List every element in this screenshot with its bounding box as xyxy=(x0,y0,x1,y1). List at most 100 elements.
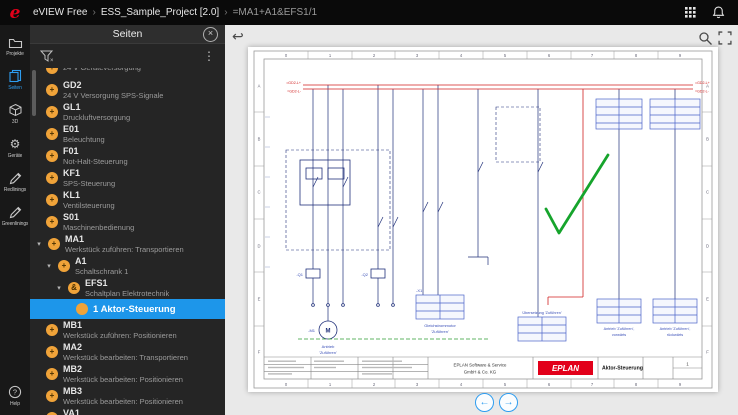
svg-text:B: B xyxy=(258,137,261,142)
pages-panel: Seiten × × ⋮ + 24 V Geräteversorgung + G… xyxy=(30,25,225,415)
tree-item-selected[interactable]: 1 Aktor-Steuerung xyxy=(30,299,225,319)
help-icon: ? xyxy=(8,385,22,399)
apps-grid-icon[interactable] xyxy=(684,6,697,19)
tree-item[interactable]: + MB2 Werkstück bearbeiten: Positionieren xyxy=(30,363,225,385)
bell-icon[interactable] xyxy=(711,5,726,20)
tree-item[interactable]: ▾ & EFS1 Schaltplan Elektrotechnik xyxy=(30,277,225,299)
svg-text:rückwärts: rückwärts xyxy=(667,333,683,337)
tree-item[interactable]: + F01 Not-Halt-Steuerung xyxy=(30,145,225,167)
svg-text:B: B xyxy=(706,137,709,142)
back-arrow-icon[interactable]: ↩ xyxy=(232,28,244,45)
svg-text:2: 2 xyxy=(373,382,376,387)
breadcrumb-separator: › xyxy=(224,7,228,18)
svg-text:=GD2-L-: =GD2-L- xyxy=(287,89,302,93)
sidebar-item-3d[interactable]: 3D xyxy=(0,103,30,125)
drawing-canvas[interactable]: ↩ 0 1 2 3 4 5 6 7 8 9 0 1 2 3 4 5 6 7 8 9 … xyxy=(225,25,738,415)
kebab-menu-icon[interactable]: ⋮ xyxy=(203,50,215,62)
tree-item[interactable]: + KF1 SPS-Steuerung xyxy=(30,167,225,189)
svg-text:7: 7 xyxy=(591,382,594,387)
tree-item[interactable]: + MA2 Werkstück bearbeiten: Transportiere… xyxy=(30,341,225,363)
svg-text:5: 5 xyxy=(504,53,507,58)
tree-item[interactable]: + GL1 Druckluftversorgung xyxy=(30,101,225,123)
schematic-page[interactable]: 0 1 2 3 4 5 6 7 8 9 0 1 2 3 4 5 6 7 8 9 A B C D E F A… xyxy=(248,47,718,392)
selected-page-label: 1 Aktor-Steuerung xyxy=(93,303,176,315)
svg-text:F: F xyxy=(258,350,261,355)
structure-icon: + xyxy=(46,368,58,380)
zoom-icon[interactable] xyxy=(698,31,713,46)
greenlining-checkmark[interactable] xyxy=(544,153,610,235)
svg-text:×: × xyxy=(50,58,54,63)
eplan-logo: e xyxy=(9,2,21,23)
svg-text:-Q2: -Q2 xyxy=(361,272,368,277)
chevron-down-icon[interactable]: ▾ xyxy=(45,262,53,270)
pages-icon xyxy=(8,69,23,83)
svg-text:GmbH & Co. KG: GmbH & Co. KG xyxy=(464,370,497,375)
pencil-icon xyxy=(8,171,22,185)
svg-text:=GD2-L+: =GD2-L+ xyxy=(695,81,710,85)
components xyxy=(285,106,541,340)
svg-text:8: 8 xyxy=(635,382,638,387)
tree-item[interactable]: ▾ + A1 Schaltschrank 1 xyxy=(30,255,225,277)
icon-rail: Projekte Seiten 3D ⚙ Geräte Redlinings G… xyxy=(0,25,30,415)
svg-text:E: E xyxy=(706,297,709,302)
svg-text:A: A xyxy=(258,84,261,89)
breadcrumb-app[interactable]: eVIEW Free xyxy=(33,7,87,18)
sidebar-item-greenlinings[interactable]: Greenlinings xyxy=(0,205,30,227)
tree-item[interactable]: + MB1 Werkstück zuführen: Positionieren xyxy=(30,319,225,341)
schematic-drawing: 0 1 2 3 4 5 6 7 8 9 0 1 2 3 4 5 6 7 8 9 A B C D E F A… xyxy=(253,50,713,389)
terminal-tables xyxy=(415,98,701,342)
chevron-down-icon[interactable]: ▾ xyxy=(55,284,63,292)
chevron-down-icon[interactable]: ▾ xyxy=(35,240,43,248)
sidebar-item-seiten[interactable]: Seiten xyxy=(0,69,30,91)
tree-item[interactable]: ▾ + MA1 Werkstück zuführen: Transportiere… xyxy=(30,233,225,255)
page-icon xyxy=(76,303,88,315)
tree-item[interactable]: + GD2 24 V Versorgung SPS-Signale xyxy=(30,79,225,101)
svg-text:-X1: -X1 xyxy=(416,288,423,293)
svg-text:-Q1: -Q1 xyxy=(296,272,303,277)
structure-icon: + xyxy=(46,194,58,206)
svg-text:5: 5 xyxy=(504,382,507,387)
structure-icon: + xyxy=(46,106,58,118)
top-bar: e eVIEW Free › ESS_Sample_Project [2.0] … xyxy=(0,0,738,25)
tree-item[interactable]: + E01 Beleuchtung xyxy=(30,123,225,145)
svg-text:Antrieb 'Zuführen',: Antrieb 'Zuführen', xyxy=(604,327,635,331)
close-icon[interactable]: × xyxy=(203,27,218,42)
svg-text:C: C xyxy=(257,190,260,195)
svg-text:8: 8 xyxy=(635,53,638,58)
svg-text:Übersetzung 'Zuführen': Übersetzung 'Zuführen' xyxy=(522,311,562,315)
scrollbar-thumb[interactable] xyxy=(32,70,36,116)
fullscreen-icon[interactable] xyxy=(718,31,732,45)
sidebar-item-projekte[interactable]: Projekte xyxy=(0,35,30,57)
structure-icon: + xyxy=(46,68,58,74)
breadcrumb-project[interactable]: ESS_Sample_Project [2.0] xyxy=(101,7,219,18)
svg-text:F: F xyxy=(706,350,709,355)
svg-text:6: 6 xyxy=(548,382,551,387)
svg-text:E: E xyxy=(258,297,261,302)
sidebar-item-geraete[interactable]: ⚙ Geräte xyxy=(0,137,30,159)
tree-item[interactable]: + 24 V Geräteversorgung xyxy=(30,68,225,79)
tree-item[interactable]: + S01 Maschinenbedienung xyxy=(30,211,225,233)
svg-text:3: 3 xyxy=(416,53,419,58)
filter-icon[interactable]: × xyxy=(40,50,54,63)
tree-item[interactable]: + MB3 Werkstück bearbeiten: Positionieren xyxy=(30,385,225,407)
net-references: =GD2-L+ =GD2-L- =GD2-L+ =GD2-L- xyxy=(286,81,710,94)
eplan-logo-text: EPLAN xyxy=(552,364,579,373)
svg-text:D: D xyxy=(706,244,709,249)
svg-text:1: 1 xyxy=(329,382,332,387)
breadcrumb-page[interactable]: =MA1+A1&EFS1/1 xyxy=(233,7,318,18)
svg-text:6: 6 xyxy=(548,53,551,58)
prev-page-button[interactable]: ← xyxy=(475,393,494,412)
next-page-button[interactable]: → xyxy=(499,393,518,412)
sidebar-item-help[interactable]: ? Help xyxy=(0,385,30,407)
svg-text:'Zuführen': 'Zuführen' xyxy=(319,350,337,355)
tree-item[interactable]: + KL1 Ventilsteuerung xyxy=(30,189,225,211)
svg-text:Antrieb: Antrieb xyxy=(322,344,335,349)
sheet-title: Aktor-Steuerung xyxy=(602,366,643,372)
gear-icon: ⚙ xyxy=(9,137,21,151)
svg-text:7: 7 xyxy=(591,53,594,58)
sidebar-item-redlinings[interactable]: Redlinings xyxy=(0,171,30,193)
svg-text:4: 4 xyxy=(460,382,463,387)
tree-item[interactable]: + VA1Werkstück bearbeiten: Schleifen xyxy=(30,407,225,415)
svg-text:0: 0 xyxy=(285,382,288,387)
svg-text:0: 0 xyxy=(285,53,288,58)
